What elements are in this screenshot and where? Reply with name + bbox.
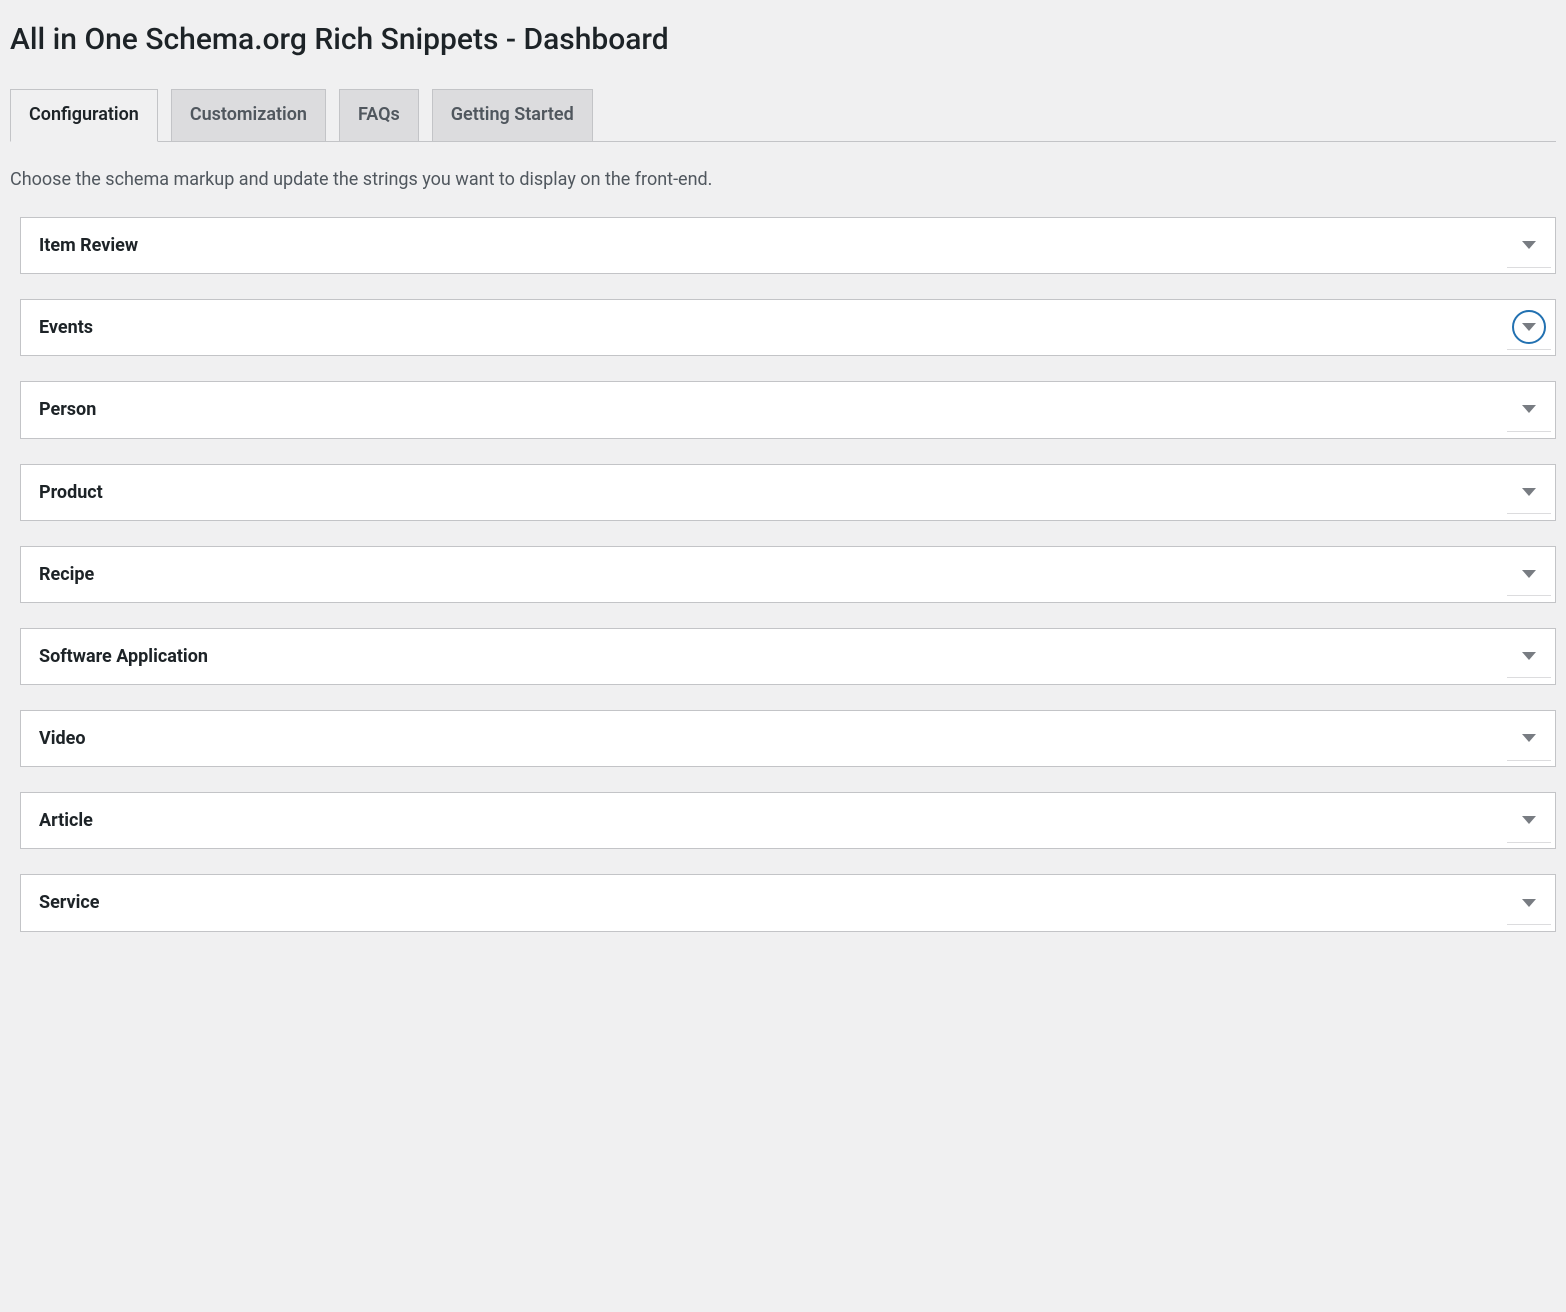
toggle-panel-button[interactable]	[1507, 881, 1551, 925]
chevron-down-icon	[1522, 570, 1536, 578]
tab-getting-started[interactable]: Getting Started	[432, 89, 593, 141]
panel-video: Video	[20, 710, 1556, 767]
chevron-down-icon	[1522, 899, 1536, 907]
panel-service: Service	[20, 874, 1556, 931]
chevron-down-icon	[1522, 816, 1536, 824]
chevron-down-icon	[1522, 734, 1536, 742]
panel-header[interactable]: Item Review	[21, 218, 1555, 273]
toggle-panel-button[interactable]	[1507, 388, 1551, 432]
panel-title: Person	[21, 382, 1507, 437]
chevron-down-icon	[1522, 488, 1536, 496]
panel-title: Article	[21, 793, 1507, 848]
tab-faqs[interactable]: FAQs	[339, 89, 419, 141]
panel-events: Events	[20, 299, 1556, 356]
tab-navigation: Configuration Customization FAQs Getting…	[10, 79, 1556, 142]
panel-header[interactable]: Software Application	[21, 629, 1555, 684]
chevron-down-icon	[1522, 323, 1536, 331]
page-title: All in One Schema.org Rich Snippets - Da…	[10, 20, 1556, 59]
panel-header[interactable]: Events	[21, 300, 1555, 355]
toggle-panel-button[interactable]	[1507, 634, 1551, 678]
panel-header[interactable]: Service	[21, 875, 1555, 930]
panel-header[interactable]: Recipe	[21, 547, 1555, 602]
toggle-panel-button[interactable]	[1507, 552, 1551, 596]
toggle-panel-button[interactable]	[1507, 470, 1551, 514]
chevron-down-icon	[1522, 241, 1536, 249]
panel-title: Recipe	[21, 547, 1507, 602]
panel-header[interactable]: Product	[21, 465, 1555, 520]
panel-header[interactable]: Person	[21, 382, 1555, 437]
panel-article: Article	[20, 792, 1556, 849]
dashboard-wrap: All in One Schema.org Rich Snippets - Da…	[10, 20, 1556, 932]
toggle-panel-button[interactable]	[1507, 717, 1551, 761]
schema-panel-list: Item Review Events Person	[10, 217, 1556, 932]
tab-configuration[interactable]: Configuration	[10, 89, 158, 142]
toggle-panel-button[interactable]	[1507, 799, 1551, 843]
chevron-down-icon	[1522, 652, 1536, 660]
toggle-panel-button[interactable]	[1507, 306, 1551, 350]
panel-recipe: Recipe	[20, 546, 1556, 603]
toggle-panel-button[interactable]	[1507, 224, 1551, 268]
panel-product: Product	[20, 464, 1556, 521]
panel-title: Product	[21, 465, 1507, 520]
description-text: Choose the schema markup and update the …	[10, 167, 1556, 192]
panel-title: Events	[21, 300, 1507, 355]
panel-item-review: Item Review	[20, 217, 1556, 274]
panel-header[interactable]: Article	[21, 793, 1555, 848]
panel-software-application: Software Application	[20, 628, 1556, 685]
panel-title: Software Application	[21, 629, 1507, 684]
chevron-down-icon	[1522, 405, 1536, 413]
panel-title: Item Review	[21, 218, 1507, 273]
panel-title: Video	[21, 711, 1507, 766]
panel-title: Service	[21, 875, 1507, 930]
tab-customization[interactable]: Customization	[171, 89, 326, 141]
panel-person: Person	[20, 381, 1556, 438]
panel-header[interactable]: Video	[21, 711, 1555, 766]
